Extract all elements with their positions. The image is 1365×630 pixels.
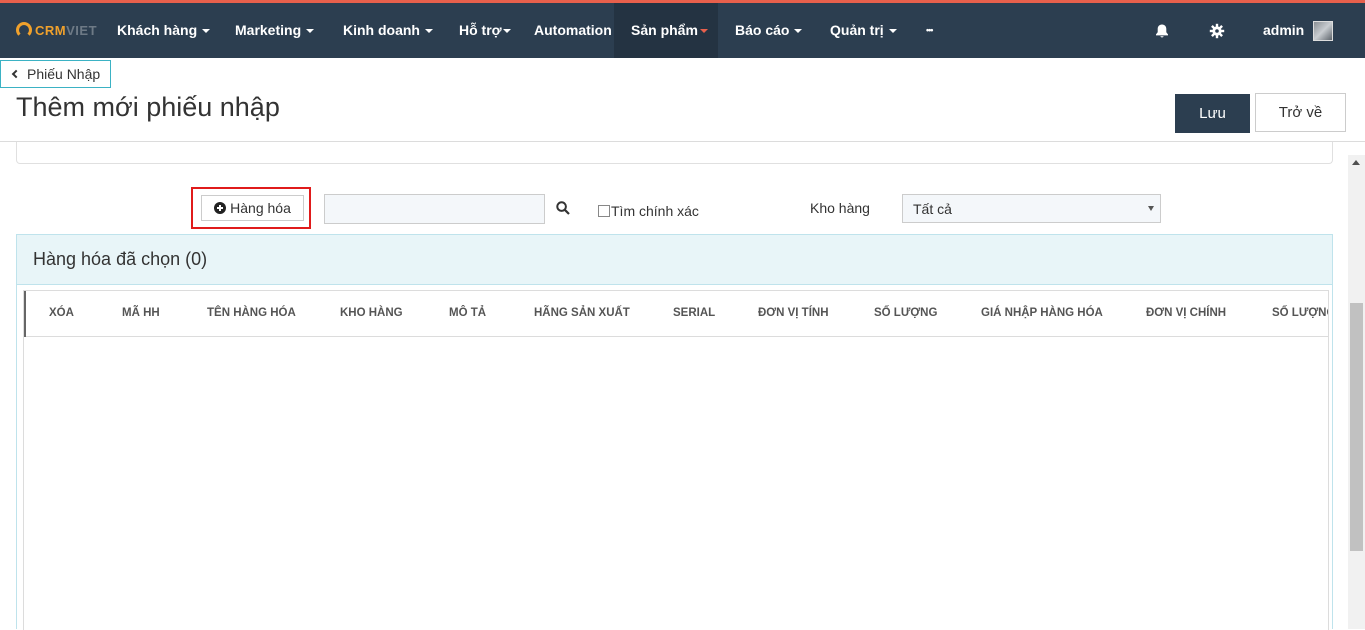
logo-text: CRMVIET (35, 22, 98, 38)
caret-down-icon (502, 29, 511, 34)
column-header-ma-hh[interactable]: MÃ HH (122, 291, 160, 337)
column-header-don-vi-tinh[interactable]: ĐƠN VỊ TÍNH (758, 291, 829, 337)
table-header: XÓA MÃ HH TÊN HÀNG HÓA KHO HÀNG MÔ TẢ HÃ… (24, 291, 1328, 337)
column-header-hang-san-xuat[interactable]: HÃNG SẢN XUẤT (534, 291, 630, 337)
column-header-mo-ta[interactable]: MÔ TẢ (449, 291, 486, 337)
dropdown-arrow-icon (1148, 206, 1154, 211)
chevron-left-icon (11, 69, 21, 79)
save-button[interactable]: Lưu (1175, 94, 1250, 133)
nav-item-san-pham[interactable]: Sản phẩm (614, 3, 718, 58)
scrollbar-thumb[interactable] (1350, 303, 1363, 551)
nav-item-khach-hang[interactable]: Khách hàng (117, 3, 211, 58)
bell-icon[interactable] (1152, 3, 1172, 58)
column-header-don-vi-chinh[interactable]: ĐƠN VỊ CHÍNH (1146, 291, 1226, 337)
back-to-phieu-nhap-button[interactable]: Phiếu Nhập (0, 60, 111, 88)
nav-item-ho-tro[interactable]: Hỗ trợ (459, 3, 511, 58)
exact-search-checkbox[interactable]: Tìm chính xác (598, 203, 699, 219)
column-header-gia-nhap[interactable]: GIÁ NHẬP HÀNG HÓA (981, 291, 1103, 337)
info-panel-bottom (16, 142, 1333, 164)
column-header-so-luong[interactable]: SỐ LƯỢNG (874, 291, 937, 337)
scroll-up-arrow-icon[interactable] (1352, 160, 1360, 165)
add-goods-button[interactable]: Hàng hóa (201, 195, 304, 221)
caret-down-icon (699, 29, 708, 34)
warehouse-select[interactable]: Tất cả (902, 194, 1161, 223)
caret-down-icon (306, 29, 315, 34)
logo-mark-icon (16, 22, 32, 38)
selected-goods-heading: Hàng hóa đã chọn (0) (17, 235, 1332, 285)
user-menu[interactable]: admin (1263, 3, 1334, 58)
crmviet-logo[interactable]: CRMVIET (16, 20, 97, 40)
exact-search-label: Tìm chính xác (611, 203, 699, 219)
caret-down-icon (888, 29, 897, 34)
search-icon[interactable] (556, 201, 570, 215)
gear-icon[interactable] (1207, 3, 1227, 58)
nav-item-kinh-doanh[interactable]: Kinh doanh (343, 3, 433, 58)
column-header-kho-hang[interactable]: KHO HÀNG (340, 291, 403, 337)
caret-down-icon (794, 29, 803, 34)
warehouse-label: Kho hàng (810, 200, 870, 216)
nav-item-automation[interactable]: Automation (534, 3, 612, 58)
table-header-accent (24, 291, 26, 337)
avatar (1313, 20, 1334, 41)
caret-down-icon (202, 29, 211, 34)
plus-circle-icon (214, 202, 227, 214)
page-title: Thêm mới phiếu nhập (16, 92, 280, 122)
column-header-ten-hang-hoa[interactable]: TÊN HÀNG HÓA (207, 291, 296, 337)
nav-item-quan-tri[interactable]: Quản trị (830, 3, 897, 58)
selected-goods-panel: Hàng hóa đã chọn (0) XÓA MÃ HH TÊN HÀNG … (16, 234, 1333, 630)
column-header-so-luong-2[interactable]: SỐ LƯỢNG (1272, 291, 1328, 337)
nav-item-bao-cao[interactable]: Báo cáo (735, 3, 803, 58)
column-header-xoa[interactable]: XÓA (49, 291, 74, 337)
username: admin (1263, 22, 1305, 38)
column-header-serial[interactable]: SERIAL (673, 291, 715, 337)
checkbox[interactable] (598, 205, 610, 217)
return-button[interactable]: Trở về (1255, 93, 1346, 132)
selected-goods-table: XÓA MÃ HH TÊN HÀNG HÓA KHO HÀNG MÔ TẢ HÃ… (23, 290, 1329, 630)
caret-down-icon (425, 29, 433, 34)
nav-more-menu[interactable]: ••• (926, 3, 934, 58)
nav-item-marketing[interactable]: Marketing (235, 3, 315, 58)
goods-search-input[interactable] (324, 194, 545, 224)
